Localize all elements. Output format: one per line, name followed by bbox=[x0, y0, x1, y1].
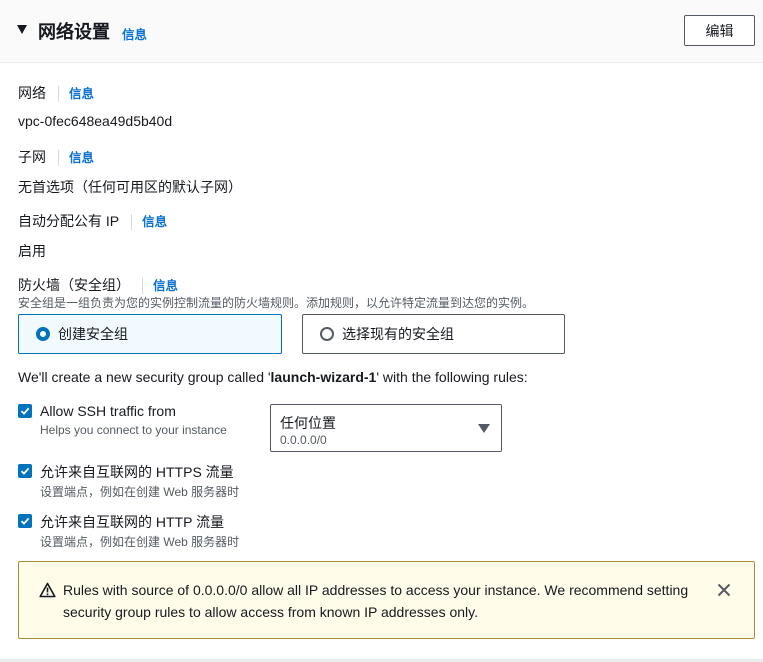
network-field-label: 网络 信息 bbox=[18, 83, 94, 103]
firewall-description: 安全组是一组负责为您的实例控制流量的防火墙规则。添加规则，以允许特定流量到达您的… bbox=[18, 296, 535, 310]
http-checkbox[interactable] bbox=[18, 514, 32, 528]
warning-alert: Rules with source of 0.0.0.0/0 allow all… bbox=[18, 561, 755, 639]
network-label: 网络 bbox=[18, 85, 46, 101]
http-rule-description: 设置端点，例如在创建 Web 服务器时 bbox=[40, 535, 240, 549]
warning-triangle-icon bbox=[39, 582, 56, 598]
edit-button[interactable]: 编辑 bbox=[684, 15, 755, 46]
security-group-intro: We'll create a new security group called… bbox=[18, 369, 528, 385]
https-rule-description: 设置端点，例如在创建 Web 服务器时 bbox=[40, 485, 240, 499]
security-group-name: launch-wizard-1 bbox=[270, 369, 377, 385]
ssh-source-cidr: 0.0.0.0/0 bbox=[280, 433, 327, 447]
firewall-field-label: 防火墙（安全组） 信息 bbox=[18, 275, 178, 295]
divider bbox=[58, 86, 59, 103]
subnet-info-link[interactable]: 信息 bbox=[69, 151, 94, 165]
firewall-info-link[interactable]: 信息 bbox=[153, 279, 178, 293]
close-icon[interactable] bbox=[717, 583, 731, 597]
warning-message: Rules with source of 0.0.0.0/0 allow all… bbox=[63, 582, 689, 620]
firewall-label: 防火墙（安全组） bbox=[18, 277, 130, 293]
radio-selected[interactable] bbox=[36, 327, 50, 341]
checkmark-icon bbox=[20, 407, 30, 415]
select-existing-security-group-option[interactable]: 选择现有的安全组 bbox=[302, 314, 565, 354]
subnet-value: 无首选项（任何可用区的默认子网） bbox=[18, 179, 242, 195]
section-title[interactable]: 网络设置 bbox=[38, 18, 110, 44]
subnet-label: 子网 bbox=[18, 149, 46, 165]
ssh-source-select[interactable]: 任何位置 0.0.0.0/0 bbox=[270, 404, 502, 452]
subnet-field-label: 子网 信息 bbox=[18, 147, 94, 167]
public-ip-value: 启用 bbox=[18, 243, 46, 259]
checkmark-icon bbox=[20, 517, 30, 525]
divider bbox=[131, 214, 133, 231]
radio-unselected[interactable] bbox=[320, 327, 334, 341]
ssh-checkbox[interactable] bbox=[18, 404, 32, 418]
https-checkbox[interactable] bbox=[18, 464, 32, 478]
http-rule-label: 允许来自互联网的 HTTP 流量 bbox=[40, 514, 225, 530]
caret-down-icon[interactable] bbox=[17, 25, 27, 34]
ssh-rule-label: Allow SSH traffic from bbox=[40, 403, 176, 419]
create-security-group-label: 创建安全组 bbox=[58, 326, 128, 342]
ssh-rule-description: Helps you connect to your instance bbox=[40, 423, 227, 437]
https-rule-label: 允许来自互联网的 HTTPS 流量 bbox=[40, 464, 234, 480]
intro-prefix: We'll create a new security group called… bbox=[18, 369, 271, 385]
divider bbox=[142, 278, 143, 295]
divider bbox=[58, 150, 59, 167]
select-existing-security-group-label: 选择现有的安全组 bbox=[342, 326, 454, 342]
intro-suffix: ' with the following rules: bbox=[376, 369, 528, 385]
public-ip-label: 自动分配公有 IP bbox=[18, 213, 120, 229]
public-ip-info-link[interactable]: 信息 bbox=[142, 215, 167, 229]
checkmark-icon bbox=[20, 467, 30, 475]
public-ip-field-label: 自动分配公有 IP 信息 bbox=[18, 211, 167, 231]
ssh-source-value: 任何位置 bbox=[280, 415, 336, 431]
network-info-link[interactable]: 信息 bbox=[69, 87, 94, 101]
network-value: vpc-0fec648ea49d5b40d bbox=[18, 113, 173, 129]
caret-down-icon bbox=[478, 424, 490, 433]
create-security-group-option[interactable]: 创建安全组 bbox=[18, 314, 282, 354]
section-header: 网络设置 信息 编辑 bbox=[0, 0, 763, 63]
section-info-link[interactable]: 信息 bbox=[122, 24, 147, 43]
